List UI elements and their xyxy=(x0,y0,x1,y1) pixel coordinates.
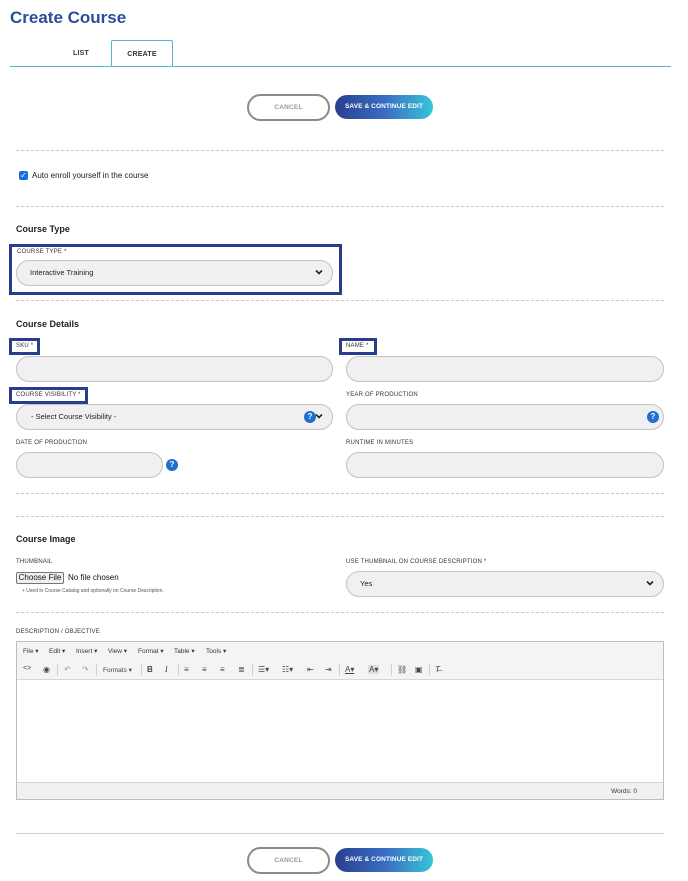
sku-input[interactable] xyxy=(16,356,333,382)
text-color-icon[interactable]: A▾ xyxy=(345,665,354,674)
date-help-icon[interactable]: ? xyxy=(166,459,178,471)
course-type-heading: Course Type xyxy=(16,224,70,234)
page-title: Create Course xyxy=(10,8,127,27)
runtime-input[interactable] xyxy=(346,452,664,478)
sku-label: SKU * xyxy=(16,343,34,349)
formats-dropdown[interactable]: Formats ▾ xyxy=(103,666,132,674)
editor-toolbar: <> ◉ ↶ ↷ Formats ▾ B I ≡ ≡ ≡ ≣ ☰▾ ☷▾ ⇤ ⇥… xyxy=(17,660,663,680)
italic-icon[interactable]: I xyxy=(165,665,168,674)
outdent-icon[interactable]: ⇤ xyxy=(307,665,314,674)
clear-formatting-icon[interactable]: T̶ xyxy=(435,665,440,674)
save-continue-button-bottom[interactable]: SAVE & CONTINUE EDIT xyxy=(335,848,433,872)
divider xyxy=(16,516,664,517)
name-label: NAME * xyxy=(346,343,369,349)
editor-statusbar: Words: 0 xyxy=(17,782,663,799)
auto-enroll-checkbox[interactable]: ✓ xyxy=(19,171,28,180)
year-input[interactable]: ? xyxy=(346,404,664,430)
name-input[interactable] xyxy=(346,356,664,382)
no-file-text: No file chosen xyxy=(68,573,119,582)
redo-icon[interactable]: ↷ xyxy=(82,665,89,674)
indent-icon[interactable]: ⇥ xyxy=(325,665,332,674)
course-type-value: Interactive Training xyxy=(30,268,94,277)
divider xyxy=(16,300,664,301)
year-label: YEAR OF PRODUCTION xyxy=(346,392,418,398)
description-editor: File ▾ Edit ▾ Insert ▾ View ▾ Format ▾ T… xyxy=(16,641,664,800)
align-justify-icon[interactable]: ≣ xyxy=(238,665,245,674)
bold-icon[interactable]: B xyxy=(147,665,153,674)
word-count: Words: 0 xyxy=(611,788,637,795)
tab-list[interactable]: LIST xyxy=(52,40,110,67)
editor-menubar: File ▾ Edit ▾ Insert ▾ View ▾ Format ▾ T… xyxy=(17,642,663,660)
align-center-icon[interactable]: ≡ xyxy=(202,665,207,674)
menu-tools[interactable]: Tools ▾ xyxy=(206,647,226,655)
course-details-heading: Course Details xyxy=(16,319,80,329)
date-label: DATE OF PRODUCTION xyxy=(16,440,88,446)
menu-file[interactable]: File ▾ xyxy=(23,647,39,655)
menu-insert[interactable]: Insert ▾ xyxy=(76,647,97,655)
divider xyxy=(16,612,664,613)
menu-edit[interactable]: Edit ▾ xyxy=(49,647,65,655)
course-type-select[interactable]: Interactive Training xyxy=(16,260,333,286)
use-thumbnail-value: Yes xyxy=(360,579,373,588)
date-input[interactable] xyxy=(16,452,163,478)
preview-eye-icon[interactable]: ◉ xyxy=(43,665,50,674)
description-textarea[interactable] xyxy=(17,680,645,783)
menu-table[interactable]: Table ▾ xyxy=(174,647,195,655)
divider xyxy=(16,150,664,151)
menu-format[interactable]: Format ▾ xyxy=(138,647,164,655)
description-label: DESCRIPTION / OBJECTIVE xyxy=(16,629,100,635)
visibility-select[interactable]: - Select Course Visibility - ? xyxy=(16,404,333,430)
align-left-icon[interactable]: ≡ xyxy=(184,665,189,674)
image-icon[interactable]: ▣ xyxy=(415,665,423,674)
thumbnail-hint: + Used in Course Catalog and optionally … xyxy=(22,588,164,594)
undo-icon[interactable]: ↶ xyxy=(64,665,71,674)
save-continue-button[interactable]: SAVE & CONTINUE EDIT xyxy=(335,95,433,119)
runtime-label: RUNTIME IN MINUTES xyxy=(346,440,414,446)
chevron-down-icon xyxy=(646,580,654,586)
align-right-icon[interactable]: ≡ xyxy=(220,665,225,674)
tab-underline xyxy=(10,66,671,67)
year-help-icon[interactable]: ? xyxy=(647,411,659,423)
cancel-button-bottom[interactable]: CANCEL xyxy=(247,847,330,874)
thumbnail-label: THUMBNAIL xyxy=(16,559,53,565)
course-type-label: COURSE TYPE * xyxy=(17,249,67,255)
visibility-label: COURSE VISIBILITY * xyxy=(16,392,81,398)
auto-enroll-label: Auto enroll yourself in the course xyxy=(32,171,149,180)
bullet-list-icon[interactable]: ☰▾ xyxy=(258,665,269,674)
menu-view[interactable]: View ▾ xyxy=(108,647,127,655)
link-icon[interactable]: ⛓ xyxy=(397,665,407,674)
background-color-icon[interactable]: A▾ xyxy=(368,665,380,674)
visibility-value: - Select Course Visibility - xyxy=(31,412,117,421)
divider xyxy=(16,833,664,834)
tab-create[interactable]: CREATE xyxy=(111,40,173,67)
numbered-list-icon[interactable]: ☷▾ xyxy=(282,665,293,674)
divider xyxy=(16,206,664,207)
divider xyxy=(16,493,664,494)
cancel-button[interactable]: CANCEL xyxy=(247,94,330,121)
chevron-down-icon xyxy=(315,269,323,275)
use-thumbnail-select[interactable]: Yes xyxy=(346,571,664,597)
chevron-down-icon xyxy=(315,413,323,419)
source-code-icon[interactable]: <> xyxy=(23,665,31,672)
use-thumbnail-label: USE THUMBNAIL ON COURSE DESCRIPTION * xyxy=(346,559,487,565)
choose-file-button[interactable]: Choose File xyxy=(16,572,64,584)
course-image-heading: Course Image xyxy=(16,534,76,544)
